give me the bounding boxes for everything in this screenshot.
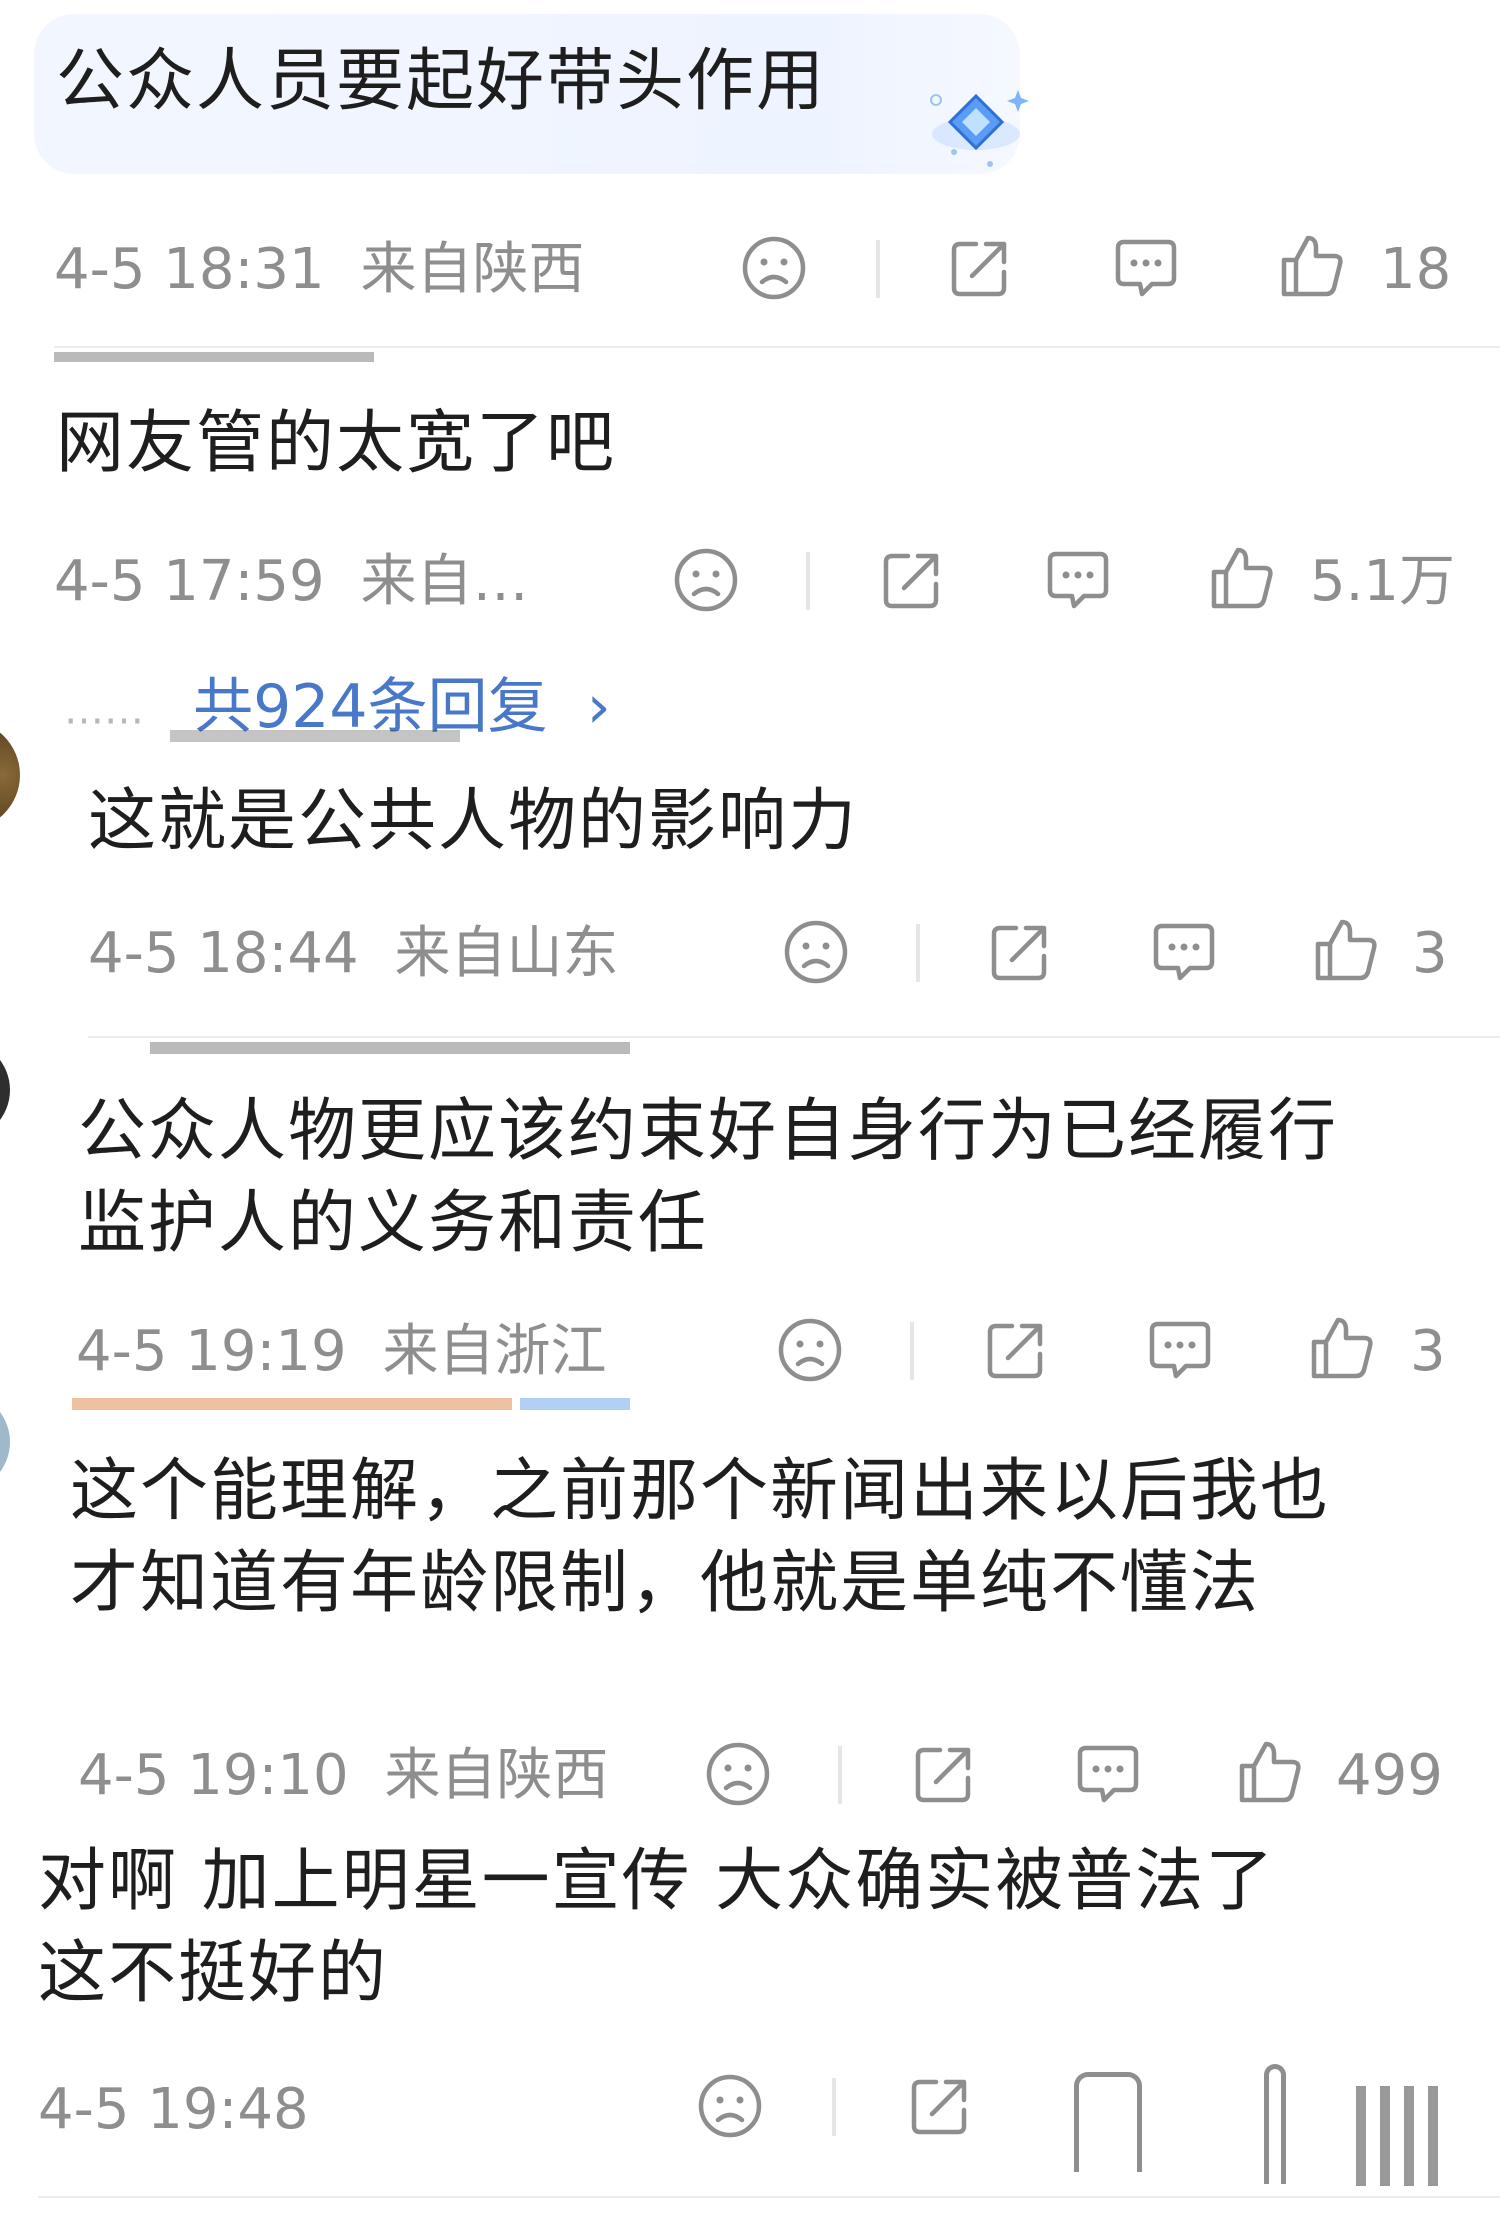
thumbs-up-icon[interactable] xyxy=(1264,2064,1286,2184)
like-count: 499 xyxy=(1336,1743,1443,1808)
comment-icon[interactable] xyxy=(1074,1740,1142,1808)
comment-text: 监护人的义务和责任 xyxy=(78,1184,709,1263)
divider xyxy=(910,1322,914,1380)
divider xyxy=(54,346,1500,348)
divider xyxy=(806,552,810,610)
comment-time: 4-5 19:48 xyxy=(38,2077,309,2142)
divider xyxy=(832,2078,836,2136)
divider xyxy=(838,1746,842,1804)
comment-time: 4-5 18:44 xyxy=(88,921,359,986)
share-icon[interactable] xyxy=(986,918,1054,986)
like-count: 3 xyxy=(1410,1319,1446,1384)
comment-icon[interactable] xyxy=(1112,234,1180,302)
sad-face-icon[interactable] xyxy=(704,1740,772,1808)
comment-meta: 4-5 19:19 来自浙江 xyxy=(76,1320,606,1384)
sad-face-icon[interactable] xyxy=(782,918,850,986)
comment-text: 公众人物更应该约束好自身行为已经履行 xyxy=(78,1092,1339,1171)
comment-icon[interactable] xyxy=(1074,2072,1142,2172)
sad-face-icon[interactable] xyxy=(672,546,740,614)
divider xyxy=(38,2196,1500,2198)
comment-location: 来自… xyxy=(360,549,529,614)
comment-location: 来自陕西 xyxy=(360,237,585,302)
share-icon[interactable] xyxy=(982,1316,1050,1384)
like-count: 18 xyxy=(1380,237,1452,302)
comment-location: 来自陕西 xyxy=(384,1743,609,1808)
divider xyxy=(88,1036,1500,1038)
sad-face-icon[interactable] xyxy=(776,1316,844,1384)
divider xyxy=(916,924,920,982)
cropped-text-strip xyxy=(170,730,460,742)
comment-location: 来自浙江 xyxy=(382,1319,607,1384)
comment-icon[interactable] xyxy=(1150,918,1218,986)
comment-icon[interactable] xyxy=(1044,546,1112,614)
comment-meta: 4-5 18:31 来自陕西 xyxy=(54,238,584,302)
comment-time: 4-5 18:31 xyxy=(54,237,325,302)
avatar[interactable] xyxy=(0,1040,10,1140)
comment-meta: 4-5 17:59 来自… xyxy=(54,550,528,614)
comment-meta: 4-5 18:44 来自山东 xyxy=(88,922,618,986)
thumbs-up-icon[interactable] xyxy=(1208,544,1276,612)
cropped-text-strip xyxy=(54,352,374,362)
comment-time: 4-5 19:19 xyxy=(76,1319,347,1384)
comment-text: 这不挺好的 xyxy=(38,1934,389,2013)
sad-face-icon[interactable] xyxy=(740,234,808,302)
comment-time: 4-5 19:10 xyxy=(78,1743,349,1808)
like-count-glyph xyxy=(1356,2086,1442,2186)
comment-text: 这就是公共人物的影响力 xyxy=(88,782,859,861)
share-icon[interactable] xyxy=(878,546,946,614)
chevron-right-icon: › xyxy=(586,672,611,742)
diamond-badge-icon xyxy=(920,78,1030,178)
cropped-badge xyxy=(520,1398,630,1410)
share-icon[interactable] xyxy=(946,234,1014,302)
avatar[interactable] xyxy=(0,1392,10,1492)
comment-text: 公众人员要起好带头作用 xyxy=(56,42,827,121)
share-icon[interactable] xyxy=(906,2072,974,2140)
comment-text: 这个能理解，之前那个新闻出来以后我也 xyxy=(70,1452,1331,1531)
comment-text: 对啊 加上明星一宣传 大众确实被普法了 xyxy=(38,1842,1276,1921)
thumbs-up-icon[interactable] xyxy=(1278,232,1346,300)
comment-text: 才知道有年龄限制，他就是单纯不懂法 xyxy=(70,1544,1261,1623)
cropped-text-strip xyxy=(72,1398,512,1410)
reply-dots: …… xyxy=(64,687,144,734)
divider xyxy=(876,240,880,298)
comment-text: 网友管的太宽了吧 xyxy=(56,404,617,483)
thumbs-up-icon[interactable] xyxy=(1308,1314,1376,1382)
like-count: 5.1万 xyxy=(1310,549,1456,614)
thumbs-up-icon[interactable] xyxy=(1312,916,1380,984)
comment-location: 来自山东 xyxy=(394,921,619,986)
comment-time: 4-5 17:59 xyxy=(54,549,325,614)
thumbs-up-icon[interactable] xyxy=(1236,1738,1304,1806)
comment-meta: 4-5 19:48 xyxy=(38,2078,309,2142)
share-icon[interactable] xyxy=(910,1740,978,1808)
sad-face-icon[interactable] xyxy=(696,2072,764,2140)
comment-icon[interactable] xyxy=(1146,1316,1214,1384)
like-count: 3 xyxy=(1412,921,1448,986)
avatar[interactable] xyxy=(0,720,20,830)
cropped-text-strip xyxy=(150,1042,630,1054)
comment-meta: 4-5 19:10 来自陕西 xyxy=(78,1744,608,1808)
